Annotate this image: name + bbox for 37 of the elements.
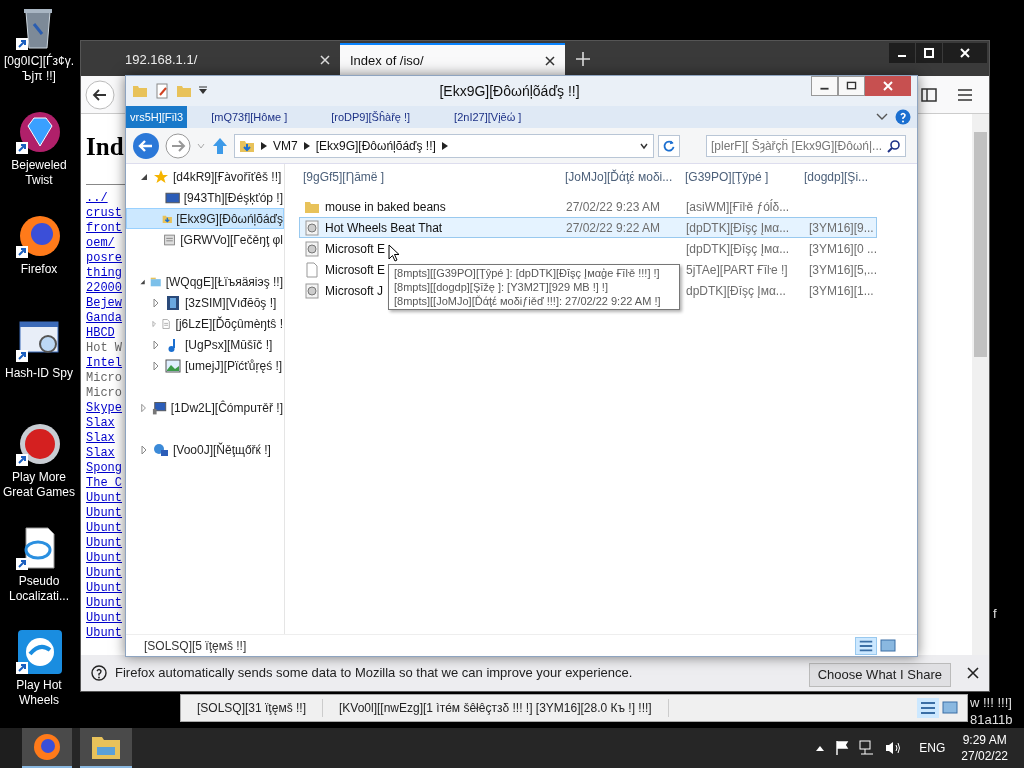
window-title: [Ekx9G][Đôωńļõáďş !!] bbox=[438, 81, 581, 101]
window-fragment-text: w !!! !!!] bbox=[970, 694, 1012, 712]
tooltip-line: [8mpts][[dogdp][Şīžę ]: [Y3M2T][929 MB !] !] bbox=[394, 280, 609, 294]
tooltip-line: [8mpts][[G39PO][Ţŷpé ]: [dpDTK][Đīşç Įмαģe Ғīŀě !!!] !] bbox=[394, 266, 661, 280]
shortcut-label: Hash-ID Spy bbox=[5, 366, 73, 381]
type-cell: [asiWM][Ғīŀě ƒóĺδ... bbox=[686, 199, 790, 214]
file-name: Microsoft E bbox=[325, 240, 385, 258]
file-name: mouse in baked beans bbox=[325, 198, 446, 216]
shortcut-label: [0g0IC][Ѓз¢γ. Ъјπ !!] bbox=[3, 54, 75, 84]
size-cell: [3YM16][5,... bbox=[809, 262, 878, 277]
window-fragment-text: f bbox=[993, 605, 997, 623]
clock-date: 27/02/22 bbox=[961, 748, 1008, 764]
clock-time: 9:29 AM bbox=[962, 732, 1007, 748]
type-cell: [dpDTK][Đīşç Įмα... bbox=[686, 220, 790, 235]
date-cell: 27/02/22 9:22 AM bbox=[566, 220, 661, 235]
tooltip-line: [8mpts][[JoMJo][Ďάţέ мoδіƒіěď !!!]: 27/02/22 9:22 AM !] bbox=[394, 294, 662, 308]
notification-text: Firefox automatically sends some data to Mozilla so that we can improve your experience. bbox=[115, 664, 634, 683]
shortcut-label: Play More Great Games bbox=[2, 470, 76, 500]
size-cell: [3YM16][0 ... bbox=[809, 241, 878, 256]
type-cell: dpDTK][Đīşç Įмα... bbox=[686, 283, 786, 298]
shortcut-label: Play Hot Wheels bbox=[15, 678, 63, 708]
window-fragment-text: 81a11b bbox=[970, 711, 1013, 729]
date-cell: 27/02/22 9:23 AM bbox=[566, 199, 661, 214]
file-name: Microsoft E bbox=[325, 261, 385, 279]
shortcut-label: Bejeweled Twist bbox=[10, 158, 68, 188]
file-name: Hot Wheels Beat That bbox=[325, 219, 443, 237]
page-heading: Ind bbox=[86, 132, 124, 162]
size-cell: [3YM16][1... bbox=[809, 283, 874, 298]
type-cell: [dpDTK][Đīşç Įмα... bbox=[686, 241, 790, 256]
shortcut-label: Firefox bbox=[20, 262, 58, 277]
file-name: Microsoft J bbox=[325, 282, 383, 300]
status-text: [SOLSQ][31 ïţęмš !!] bbox=[181, 699, 323, 717]
status-text: [SOLSQ][5 ïţęмš !!] bbox=[144, 637, 248, 655]
type-cell: 5jTAe][PART Ғīŀe !] bbox=[686, 262, 788, 277]
shortcut-label: Pseudo Localizati... bbox=[8, 574, 70, 604]
status-text: [KVo0l][[nwEzg][1 ìтéм šêłêçтзδ !!! !] [3YM16][28.0 Къ !] !!!] bbox=[322, 699, 669, 717]
size-cell: [3YM16][9... bbox=[809, 220, 874, 235]
